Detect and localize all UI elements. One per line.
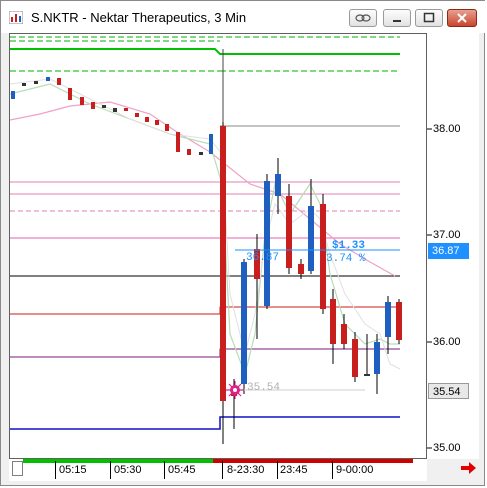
purple-level-line (10, 348, 400, 358)
target-line-label: 36.87 (246, 252, 279, 264)
time-label: 23:45 (280, 464, 308, 476)
profit-dollars-label: $1.33 (332, 240, 365, 252)
maximize-button[interactable] (415, 9, 443, 27)
session-stripe (213, 459, 413, 463)
scroll-handle[interactable] (12, 461, 23, 476)
price-label: 37.00 (433, 229, 461, 241)
time-label: 05:30 (114, 464, 142, 476)
candles-session (220, 122, 402, 444)
time-label: 05:15 (59, 464, 87, 476)
time-tick (55, 461, 56, 479)
green-resistance-line (10, 48, 400, 55)
time-label: 9-00:00 (336, 464, 374, 476)
minimize-button[interactable] (383, 9, 411, 27)
profit-percent-label: 3.74 % (326, 253, 366, 265)
candles-premarket (11, 77, 213, 155)
current-price-badge: 36.87 (428, 243, 469, 259)
chart-app-icon (9, 11, 23, 24)
price-label: 38.00 (433, 123, 461, 135)
window-title: S.NKTR - Nektar Therapeutics, 3 Min (31, 10, 247, 25)
close-icon (457, 13, 467, 23)
time-tick (277, 461, 278, 479)
time-tick (222, 461, 223, 479)
red-arrow-right-icon[interactable] (459, 460, 477, 476)
link-icon (355, 14, 371, 22)
entry-marker-label: 35.54 (247, 382, 280, 394)
maximize-icon (423, 12, 435, 23)
title-bar[interactable]: S.NKTR - Nektar Therapeutics, 3 Min (1, 1, 486, 33)
time-label: 05:45 (168, 464, 196, 476)
close-button[interactable] (447, 9, 477, 27)
blue-support-line (10, 416, 400, 430)
link-button[interactable] (349, 9, 377, 27)
time-tick (332, 461, 333, 479)
chart-canvas[interactable]: 36.87 $1.33 3.74 % 35.54 (10, 34, 427, 459)
price-chart[interactable]: 36.87 $1.33 3.74 % 35.54 (9, 33, 427, 459)
chart-window: S.NKTR - Nektar Therapeutics, 3 Min 36.8… (0, 0, 486, 486)
time-label: 8-23:30 (227, 464, 265, 476)
minimize-icon (393, 20, 401, 22)
time-tick (164, 461, 165, 479)
price-label: 35.00 (433, 442, 461, 454)
premarket-stripe (23, 459, 213, 463)
price-label: 36.00 (433, 336, 461, 348)
time-tick (110, 461, 111, 479)
entry-price-badge: 35.54 (428, 383, 469, 399)
